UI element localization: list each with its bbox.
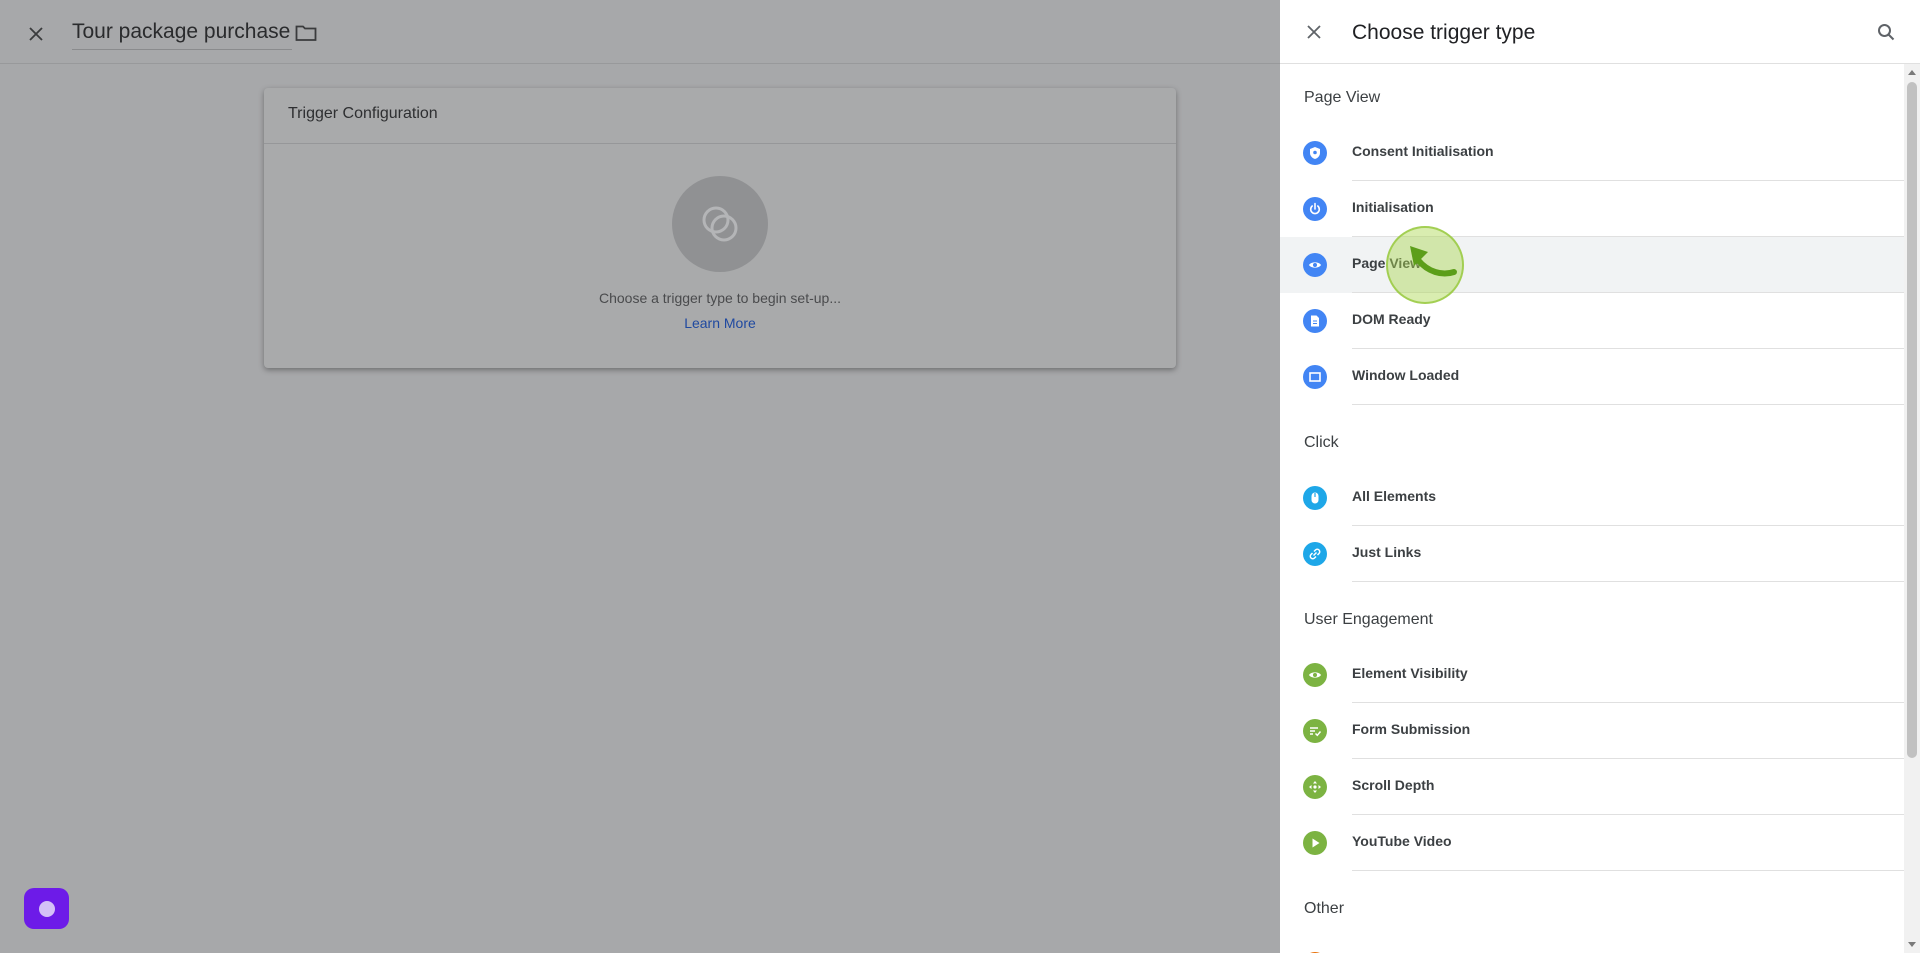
close-panel-icon[interactable] bbox=[1300, 18, 1328, 46]
trigger-option-youtube-video[interactable]: YouTube Video bbox=[1280, 815, 1904, 871]
card-hint: Choose a trigger type to begin set-up... bbox=[598, 290, 842, 306]
trigger-option-all-elements[interactable]: All Elements bbox=[1280, 470, 1904, 526]
trigger-option-label: Consent Initialisation bbox=[1352, 143, 1494, 159]
mouse-icon bbox=[1303, 486, 1327, 510]
panel-title: Choose trigger type bbox=[1352, 21, 1536, 44]
section-title-other: Other bbox=[1304, 900, 1345, 917]
section-title-click: Click bbox=[1304, 434, 1339, 451]
trigger-option-window-loaded[interactable]: Window Loaded bbox=[1280, 349, 1904, 405]
trigger-overlap-icon bbox=[702, 206, 738, 242]
form-icon bbox=[1303, 719, 1327, 743]
play-icon bbox=[1303, 831, 1327, 855]
scrollbar[interactable] bbox=[1904, 64, 1920, 953]
assistant-button[interactable] bbox=[24, 888, 69, 929]
choose-trigger-type-panel: Choose trigger type Page View Consent Ini… bbox=[1280, 0, 1920, 953]
trigger-option-label: Scroll Depth bbox=[1352, 777, 1435, 793]
scrollbar-thumb[interactable] bbox=[1907, 82, 1917, 758]
trigger-option-element-visibility[interactable]: Element Visibility bbox=[1280, 647, 1904, 703]
panel-header: Choose trigger type bbox=[1280, 0, 1920, 64]
trigger-option-just-links[interactable]: Just Links bbox=[1280, 526, 1904, 582]
trigger-option-page-view[interactable]: Page View bbox=[1280, 237, 1904, 293]
trigger-option-label: DOM Ready bbox=[1352, 311, 1431, 327]
folder-icon[interactable] bbox=[293, 20, 319, 46]
trigger-option-label: Form Submission bbox=[1352, 721, 1471, 737]
eye-icon bbox=[1303, 253, 1327, 277]
scroll-down-arrow-icon[interactable] bbox=[1908, 942, 1916, 947]
link-icon bbox=[1303, 542, 1327, 566]
search-icon[interactable] bbox=[1872, 18, 1900, 46]
section-title-page-view: Page View bbox=[1304, 89, 1381, 106]
divider bbox=[1352, 870, 1904, 871]
divider bbox=[1352, 404, 1904, 405]
trigger-option-form-submission[interactable]: Form Submission bbox=[1280, 703, 1904, 759]
section-title-user-engagement: User Engagement bbox=[1304, 611, 1433, 628]
editor-top-bar: Tour package purchase bbox=[0, 0, 1280, 64]
move-icon bbox=[1303, 775, 1327, 799]
assistant-dot-icon bbox=[38, 900, 55, 917]
trigger-option-label: YouTube Video bbox=[1352, 833, 1452, 849]
trigger-name-field[interactable]: Tour package purchase bbox=[72, 18, 293, 50]
divider bbox=[1352, 581, 1904, 582]
trigger-type-list: Page View Consent Initialisation Initialis… bbox=[1280, 64, 1904, 953]
cursor-arrow-icon bbox=[1410, 246, 1457, 277]
eye-icon bbox=[1303, 663, 1327, 687]
trigger-option-label: Element Visibility bbox=[1352, 665, 1468, 681]
trigger-option-label: All Elements bbox=[1352, 488, 1437, 504]
scroll-up-arrow-icon[interactable] bbox=[1908, 70, 1916, 75]
learn-more-link[interactable]: Learn More bbox=[264, 315, 1176, 331]
card-title: Trigger Configuration bbox=[264, 88, 1176, 144]
trigger-option-consent-initialisation[interactable]: Consent Initialisation bbox=[1280, 125, 1904, 181]
trigger-option-label: Initialisation bbox=[1352, 199, 1434, 215]
trigger-option-dom-ready[interactable]: DOM Ready bbox=[1280, 293, 1904, 349]
close-icon[interactable] bbox=[22, 20, 50, 48]
trigger-option-label: Window Loaded bbox=[1352, 367, 1460, 383]
trigger-option-custom-event[interactable]: Custom Event bbox=[1280, 936, 1904, 953]
power-icon bbox=[1303, 197, 1327, 221]
trigger-option-initialisation[interactable]: Initialisation bbox=[1280, 181, 1904, 237]
window-icon bbox=[1303, 365, 1327, 389]
shield-icon bbox=[1303, 141, 1327, 165]
trigger-option-label: Just Links bbox=[1352, 544, 1422, 560]
trigger-type-placeholder[interactable] bbox=[672, 176, 768, 272]
trigger-option-scroll-depth[interactable]: Scroll Depth bbox=[1280, 759, 1904, 815]
document-icon bbox=[1303, 309, 1327, 333]
trigger-configuration-card: Trigger Configuration Choose a trigger t… bbox=[264, 88, 1176, 368]
